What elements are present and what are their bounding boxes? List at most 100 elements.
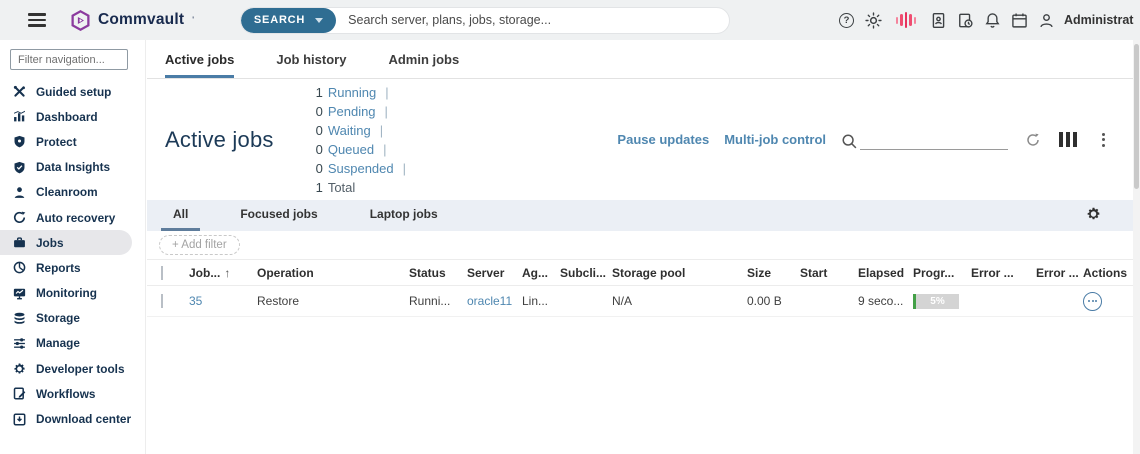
download-box-icon (13, 413, 26, 426)
waiting-link[interactable]: Waiting (328, 123, 371, 138)
filter-bar: + Add filter (147, 231, 1133, 259)
table-row[interactable]: 35 Restore Runni... oracle11 Lin... N/A … (147, 286, 1133, 317)
sidebar-item-jobs[interactable]: Jobs (0, 230, 132, 255)
job-id-link[interactable]: 35 (189, 294, 202, 308)
status-cell: Runni... (409, 294, 467, 308)
row-checkbox[interactable] (161, 294, 163, 308)
sidebar-item-cleanroom[interactable]: Cleanroom (0, 180, 145, 205)
sidebar-item-protect[interactable]: Protect (0, 129, 145, 154)
search-icon[interactable] (841, 133, 858, 150)
header-actions: Actions (1083, 266, 1133, 280)
filter-navigation-input[interactable] (10, 49, 128, 70)
sidebar-item-label: Protect (36, 135, 77, 149)
summary-waiting: 0Waiting| (316, 121, 406, 140)
pie-chart-icon (13, 261, 26, 274)
activity-waveform-icon[interactable] (896, 12, 917, 28)
global-search: SEARCH (240, 7, 730, 34)
sidebar-item-label: Dashboard (36, 110, 98, 124)
header-storage-pool[interactable]: Storage pool (612, 266, 747, 280)
bell-icon[interactable] (983, 11, 1001, 29)
chevron-down-icon (315, 18, 323, 23)
grid-search-input[interactable] (860, 130, 1008, 150)
theme-brightness-icon[interactable] (865, 11, 883, 29)
header-subclient[interactable]: Subcli... (560, 266, 612, 280)
clipboard-clock-icon[interactable] (956, 11, 974, 29)
header-elapsed[interactable]: Elapsed (858, 266, 913, 280)
table-header-row: Job...↑ Operation Status Server Ag... Su… (147, 259, 1133, 286)
running-link[interactable]: Running (328, 85, 376, 100)
size-cell: 0.00 B (747, 294, 800, 308)
header-operation[interactable]: Operation (257, 266, 409, 280)
clipboard-pencil-icon (13, 387, 26, 400)
pause-updates-link[interactable]: Pause updates (617, 132, 709, 147)
sidebar-item-download-center[interactable]: Download center (0, 406, 145, 431)
table-settings-gear-icon[interactable] (1086, 206, 1101, 226)
queued-link[interactable]: Queued (328, 142, 374, 157)
shield-icon (13, 135, 26, 148)
tab-active-jobs[interactable]: Active jobs (165, 40, 234, 78)
sidebar-item-auto-recovery[interactable]: Auto recovery (0, 205, 145, 230)
sidebar-nav: Guided setup Dashboard Protect Data Insi… (0, 40, 146, 454)
agent-cell: Lin... (522, 294, 560, 308)
sidebar-item-label: Monitoring (36, 286, 97, 300)
scrollbar-thumb[interactable] (1134, 44, 1139, 189)
server-link[interactable]: oracle11 (467, 294, 512, 308)
page-tabs: Active jobs Job history Admin jobs (147, 40, 1133, 79)
sidebar-item-guided-setup[interactable]: Guided setup (0, 79, 145, 104)
sidebar-item-manage[interactable]: Manage (0, 331, 145, 356)
add-filter-button[interactable]: + Add filter (159, 235, 240, 255)
job-summary: 1Running| 0Pending| 0Waiting| 0Queued| 0… (316, 83, 406, 197)
header-status[interactable]: Status (409, 266, 467, 280)
sidebar-item-reports[interactable]: Reports (0, 255, 145, 280)
help-icon[interactable]: ? (838, 11, 856, 29)
header-progress[interactable]: Progr... (913, 266, 971, 280)
page-header: Active jobs 1Running| 0Pending| 0Waiting… (147, 79, 1133, 200)
tools-icon (13, 85, 26, 98)
sidebar-item-developer-tools[interactable]: Developer tools (0, 356, 145, 381)
sidebar-item-label: Guided setup (36, 85, 111, 99)
header-job-id[interactable]: Job...↑ (189, 266, 257, 280)
sidebar-item-monitoring[interactable]: Monitoring (0, 281, 145, 306)
storage-pool-cell: N/A (612, 294, 747, 308)
subtab-focused-jobs[interactable]: Focused jobs (228, 200, 329, 231)
tab-job-history[interactable]: Job history (276, 40, 346, 78)
pending-link[interactable]: Pending (328, 104, 376, 119)
multi-job-control-link[interactable]: Multi-job control (724, 132, 826, 147)
header-start[interactable]: Start (800, 266, 858, 280)
global-search-input[interactable] (336, 8, 729, 33)
sidebar-item-dashboard[interactable]: Dashboard (0, 104, 145, 129)
header-server[interactable]: Server (467, 266, 522, 280)
progress-label: 5% (916, 294, 959, 309)
sidebar-item-label: Storage (36, 311, 80, 325)
person-icon (13, 186, 26, 199)
more-options-icon[interactable] (1093, 130, 1113, 150)
suspended-link[interactable]: Suspended (328, 161, 394, 176)
header-error-2[interactable]: Error ... (1036, 266, 1083, 280)
hamburger-menu-icon[interactable] (28, 10, 46, 30)
sliders-icon (13, 337, 26, 350)
row-actions-icon[interactable] (1083, 292, 1102, 311)
calendar-icon[interactable] (1010, 11, 1028, 29)
subtab-laptop-jobs[interactable]: Laptop jobs (358, 200, 450, 231)
recovery-arrow-icon (13, 211, 26, 224)
sidebar-item-data-insights[interactable]: Data Insights (0, 155, 145, 180)
sidebar-item-label: Data Insights (36, 160, 110, 174)
sidebar-item-storage[interactable]: Storage (0, 306, 145, 331)
user-icon[interactable] (1037, 11, 1055, 29)
header-size[interactable]: Size (747, 266, 800, 280)
grid-search (841, 130, 1008, 150)
sidebar-item-workflows[interactable]: Workflows (0, 381, 145, 406)
job-view-subtabs: All Focused jobs Laptop jobs (147, 200, 1133, 231)
main-content: Active jobs Job history Admin jobs Activ… (147, 40, 1133, 454)
refresh-icon[interactable] (1023, 130, 1043, 150)
header-error-1[interactable]: Error ... (971, 266, 1036, 280)
header-agent[interactable]: Ag... (522, 266, 560, 280)
subtab-all[interactable]: All (161, 200, 200, 231)
search-scope-button[interactable]: SEARCH (241, 8, 336, 33)
vertical-scrollbar[interactable] (1133, 40, 1140, 454)
current-user-label[interactable]: Administrat (1064, 13, 1138, 27)
document-user-icon[interactable] (929, 11, 947, 29)
select-all-checkbox[interactable] (161, 266, 163, 280)
columns-icon[interactable] (1058, 130, 1078, 150)
tab-admin-jobs[interactable]: Admin jobs (388, 40, 459, 78)
